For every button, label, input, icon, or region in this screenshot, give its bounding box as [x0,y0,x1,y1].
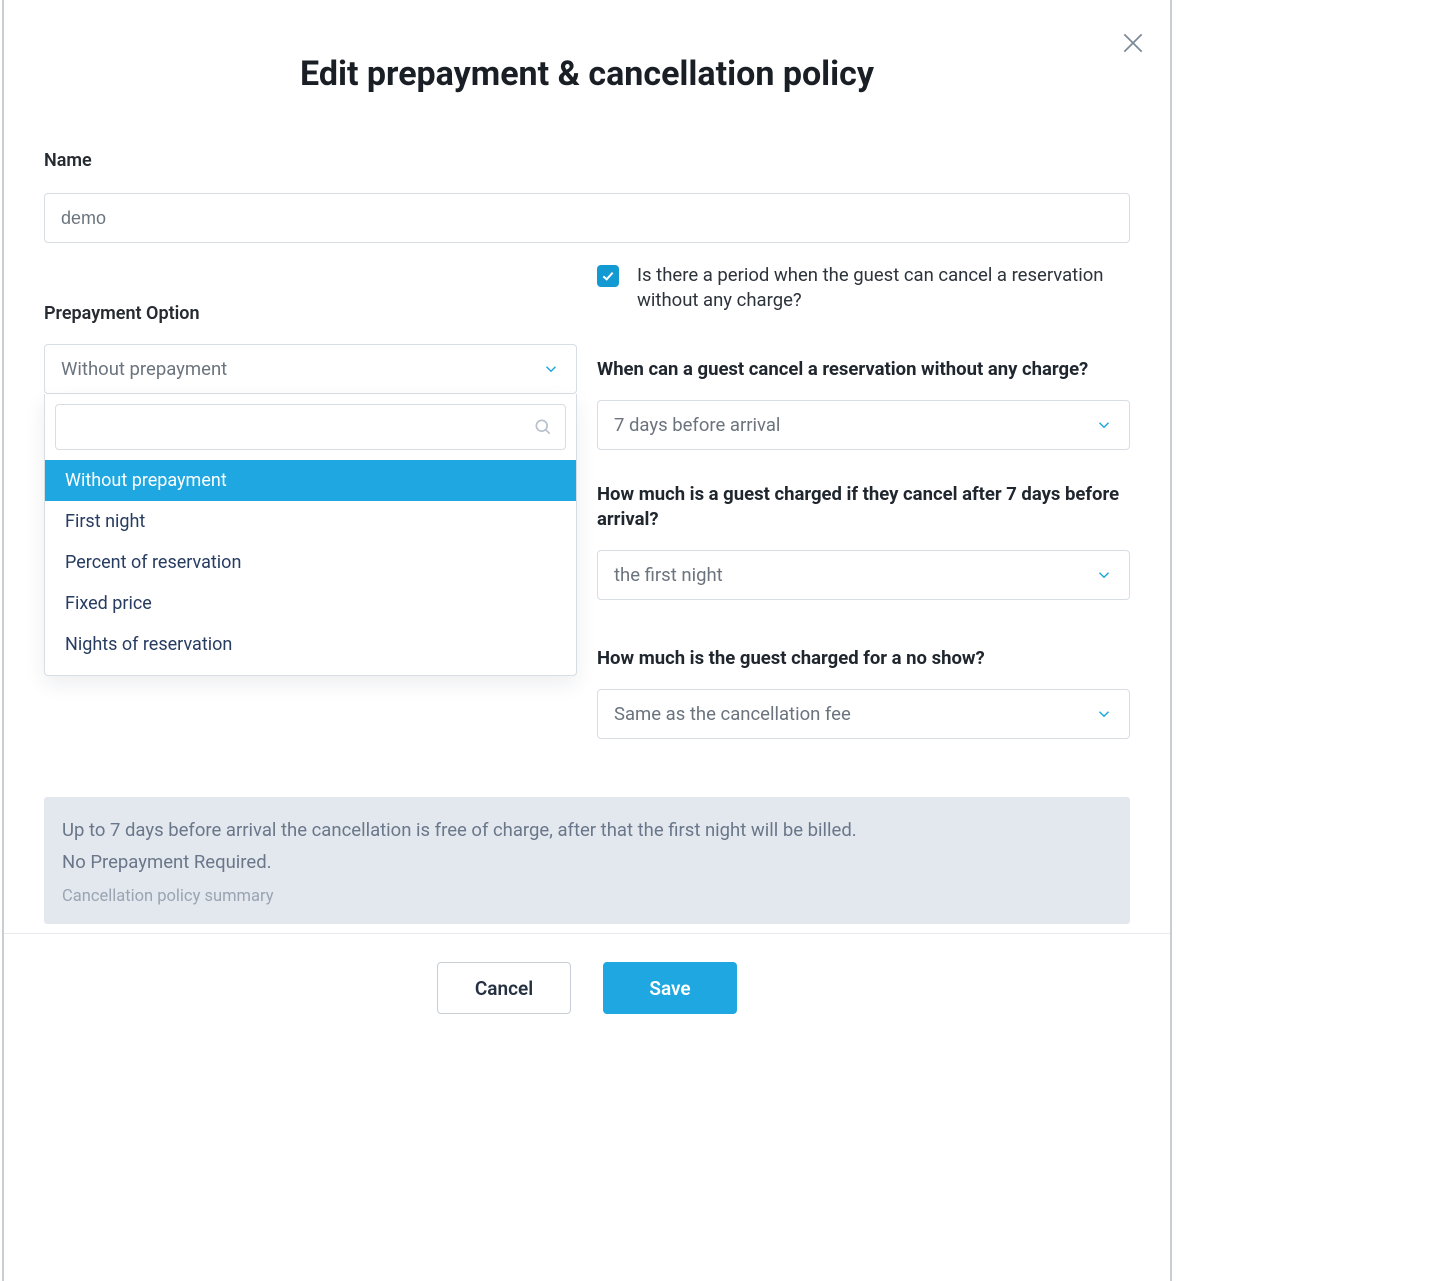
page-title: Edit prepayment & cancellation policy [4,0,1170,94]
dropdown-search-input[interactable] [70,405,521,449]
policy-summary: Up to 7 days before arrival the cancella… [44,797,1130,924]
when-cancel-label: When can a guest cancel a reservation wi… [597,357,1130,382]
dropdown-search [55,404,566,450]
name-label: Name [44,150,1130,171]
summary-line-2: No Prepayment Required. [62,851,1112,873]
name-input[interactable] [44,193,1130,243]
summary-caption: Cancellation policy summary [62,887,1112,906]
dropdown-option-fixed-price[interactable]: Fixed price [45,583,576,624]
when-cancel-value: 7 days before arrival [614,414,780,436]
prepayment-select[interactable]: Without prepayment [44,344,577,394]
late-fee-label: How much is a guest charged if they canc… [597,482,1130,532]
summary-line-1: Up to 7 days before arrival the cancella… [62,819,1112,841]
when-cancel-select[interactable]: 7 days before arrival [597,400,1130,450]
no-show-select[interactable]: Same as the cancellation fee [597,689,1130,739]
chevron-down-icon [1095,705,1113,723]
free-cancel-label: Is there a period when the guest can can… [637,263,1130,313]
dropdown-option-first-night[interactable]: First night [45,501,576,542]
late-fee-select[interactable]: the first night [597,550,1130,600]
modal-edit-policy: Edit prepayment & cancellation policy Na… [2,0,1172,1281]
chevron-down-icon [1095,416,1113,434]
prepayment-selected-value: Without prepayment [61,358,227,380]
search-icon [533,417,553,437]
cancel-button[interactable]: Cancel [437,962,571,1014]
close-icon[interactable] [1120,30,1146,56]
prepayment-dropdown: Without prepayment First night Percent o… [44,394,577,676]
modal-footer: Cancel Save [4,933,1170,1042]
prepayment-label: Prepayment Option [44,303,577,324]
dropdown-option-nights[interactable]: Nights of reservation [45,624,576,665]
chevron-down-icon [542,360,560,378]
save-button[interactable]: Save [603,962,737,1014]
dropdown-option-percent[interactable]: Percent of reservation [45,542,576,583]
free-cancel-checkbox[interactable] [597,265,619,287]
chevron-down-icon [1095,566,1113,584]
dropdown-option-without-prepayment[interactable]: Without prepayment [45,460,576,501]
no-show-label: How much is the guest charged for a no s… [597,646,1130,671]
no-show-value: Same as the cancellation fee [614,703,851,725]
late-fee-value: the first night [614,564,723,586]
